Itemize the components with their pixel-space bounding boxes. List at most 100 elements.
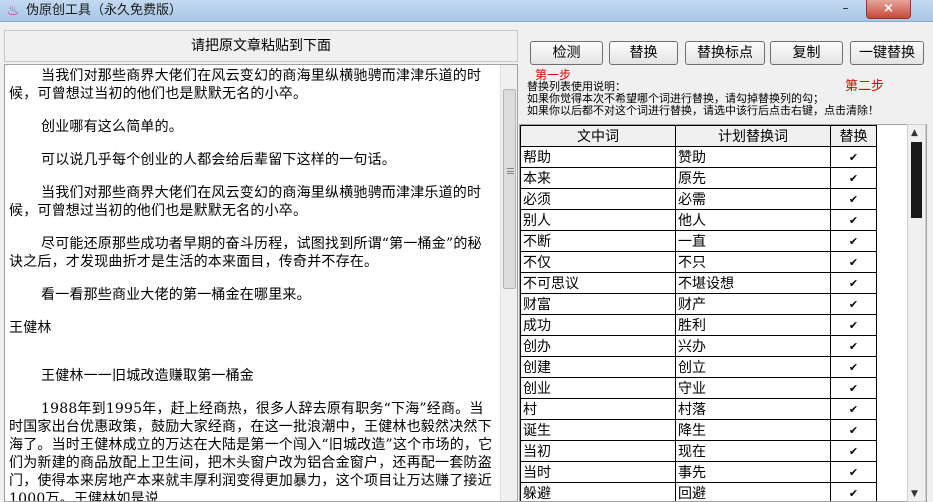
original-word-cell[interactable]: 不断: [520, 230, 676, 252]
replacement-word-cell[interactable]: 胜利: [675, 314, 831, 336]
source-text-content[interactable]: 当我们对那些商界大佬们在风云变幻的商海里纵横驰骋而津津乐道的时候，可曾想过当初的…: [9, 67, 493, 501]
table-row[interactable]: 必须 必需 ✔: [520, 188, 877, 210]
table-row[interactable]: 当时 事先 ✔: [520, 461, 877, 483]
replacement-word-cell[interactable]: 一直: [675, 230, 831, 252]
table-row[interactable]: 不仅 不只 ✔: [520, 251, 877, 273]
replace-checkbox-cell[interactable]: ✔: [830, 419, 877, 441]
original-word-cell[interactable]: 当时: [520, 461, 676, 483]
replacement-word-cell[interactable]: 赞助: [675, 146, 831, 168]
original-word-cell[interactable]: 必须: [520, 188, 676, 210]
scroll-down-icon[interactable]: ▼: [911, 489, 918, 499]
table-row[interactable]: 不可思议 不堪设想 ✔: [520, 272, 877, 294]
checkmark-icon[interactable]: ✔: [848, 446, 859, 457]
table-row[interactable]: 本来 原先 ✔: [520, 167, 877, 189]
original-word-cell[interactable]: 躲避: [520, 482, 676, 501]
checkmark-icon[interactable]: ✔: [848, 467, 859, 478]
column-header-replace[interactable]: 替换: [830, 125, 877, 147]
replacement-table[interactable]: 文中词 计划替换词 替换 帮助 赞助 ✔ 本来 原先 ✔ 必须 必需 ✔ 别人 他人 ✔ 不断 一直 ✔ 不仅…: [520, 125, 877, 501]
table-row[interactable]: 帮助 赞助 ✔: [520, 146, 877, 168]
replacement-word-cell[interactable]: 原先: [675, 167, 831, 189]
replacement-word-cell[interactable]: 创立: [675, 356, 831, 378]
grid-scrollbar[interactable]: ▲ ▼: [907, 124, 926, 502]
replace-checkbox-cell[interactable]: ✔: [830, 293, 877, 315]
replacement-word-cell[interactable]: 他人: [675, 209, 831, 231]
original-word-cell[interactable]: 财富: [520, 293, 676, 315]
checkmark-icon[interactable]: ✔: [848, 320, 859, 331]
replacement-word-cell[interactable]: 村落: [675, 398, 831, 420]
original-word-cell[interactable]: 不可思议: [520, 272, 676, 294]
column-header-word[interactable]: 文中词: [520, 125, 676, 147]
source-text-editor[interactable]: 当我们对那些商界大佬们在风云变幻的商海里纵横驰骋而津津乐道的时候，可曾想过当初的…: [4, 64, 518, 502]
checkmark-icon[interactable]: ✔: [848, 152, 859, 163]
replace-checkbox-cell[interactable]: ✔: [830, 272, 877, 294]
replace-checkbox-cell[interactable]: ✔: [830, 377, 877, 399]
editor-scrollbar[interactable]: [500, 65, 517, 501]
replace-checkbox-cell[interactable]: ✔: [830, 314, 877, 336]
checkmark-icon[interactable]: ✔: [848, 404, 859, 415]
checkmark-icon[interactable]: ✔: [848, 215, 859, 226]
replace-checkbox-cell[interactable]: ✔: [830, 251, 877, 273]
original-word-cell[interactable]: 不仅: [520, 251, 676, 273]
original-word-cell[interactable]: 本来: [520, 167, 676, 189]
table-row[interactable]: 创业 守业 ✔: [520, 377, 877, 399]
checkmark-icon[interactable]: ✔: [848, 425, 859, 436]
replace-button[interactable]: 替换: [609, 41, 678, 65]
detect-button[interactable]: 检测: [530, 41, 603, 65]
original-word-cell[interactable]: 创办: [520, 335, 676, 357]
checkmark-icon[interactable]: ✔: [848, 383, 859, 394]
table-row[interactable]: 躲避 回避 ✔: [520, 482, 877, 501]
original-word-cell[interactable]: 诞生: [520, 419, 676, 441]
replace-checkbox-cell[interactable]: ✔: [830, 461, 877, 483]
replacement-word-cell[interactable]: 必需: [675, 188, 831, 210]
table-row[interactable]: 诞生 降生 ✔: [520, 419, 877, 441]
checkmark-icon[interactable]: ✔: [848, 341, 859, 352]
replace-checkbox-cell[interactable]: ✔: [830, 440, 877, 462]
checkmark-icon[interactable]: ✔: [848, 299, 859, 310]
minimize-button[interactable]: –: [832, 0, 859, 19]
table-row[interactable]: 财富 财产 ✔: [520, 293, 877, 315]
replace-checkbox-cell[interactable]: ✔: [830, 482, 877, 501]
scroll-up-icon[interactable]: ▲: [911, 128, 918, 138]
original-word-cell[interactable]: 村: [520, 398, 676, 420]
original-word-cell[interactable]: 创业: [520, 377, 676, 399]
checkmark-icon[interactable]: ✔: [848, 257, 859, 268]
replace-checkbox-cell[interactable]: ✔: [830, 335, 877, 357]
replacement-grid[interactable]: 文中词 计划替换词 替换 帮助 赞助 ✔ 本来 原先 ✔ 必须 必需 ✔ 别人 他人 ✔ 不断 一直 ✔ 不仅…: [519, 124, 927, 502]
replacement-word-cell[interactable]: 不堪设想: [675, 272, 831, 294]
table-row[interactable]: 别人 他人 ✔: [520, 209, 877, 231]
column-header-replacement[interactable]: 计划替换词: [675, 125, 831, 147]
replacement-word-cell[interactable]: 财产: [675, 293, 831, 315]
replacement-word-cell[interactable]: 降生: [675, 419, 831, 441]
replace-checkbox-cell[interactable]: ✔: [830, 188, 877, 210]
original-word-cell[interactable]: 别人: [520, 209, 676, 231]
replace-checkbox-cell[interactable]: ✔: [830, 356, 877, 378]
original-word-cell[interactable]: 成功: [520, 314, 676, 336]
close-button[interactable]: ×: [866, 0, 911, 19]
checkmark-icon[interactable]: ✔: [848, 194, 859, 205]
copy-button[interactable]: 复制: [770, 41, 843, 65]
table-row[interactable]: 当初 现在 ✔: [520, 440, 877, 462]
replace-checkbox-cell[interactable]: ✔: [830, 167, 877, 189]
replacement-word-cell[interactable]: 回避: [675, 482, 831, 501]
table-row[interactable]: 成功 胜利 ✔: [520, 314, 877, 336]
replacement-word-cell[interactable]: 事先: [675, 461, 831, 483]
editor-scroll-thumb[interactable]: [503, 89, 516, 289]
replace-checkbox-cell[interactable]: ✔: [830, 398, 877, 420]
checkmark-icon[interactable]: ✔: [848, 362, 859, 373]
replace-punctuation-button[interactable]: 替换标点: [685, 41, 765, 65]
original-word-cell[interactable]: 帮助: [520, 146, 676, 168]
original-word-cell[interactable]: 当初: [520, 440, 676, 462]
original-word-cell[interactable]: 创建: [520, 356, 676, 378]
replacement-word-cell[interactable]: 现在: [675, 440, 831, 462]
checkmark-icon[interactable]: ✔: [848, 278, 859, 289]
table-row[interactable]: 不断 一直 ✔: [520, 230, 877, 252]
replacement-word-cell[interactable]: 守业: [675, 377, 831, 399]
checkmark-icon[interactable]: ✔: [848, 488, 859, 499]
checkmark-icon[interactable]: ✔: [848, 236, 859, 247]
table-row[interactable]: 村村落 ✔: [520, 398, 877, 420]
table-row[interactable]: 创建 创立 ✔: [520, 356, 877, 378]
replace-checkbox-cell[interactable]: ✔: [830, 209, 877, 231]
replacement-word-cell[interactable]: 不只: [675, 251, 831, 273]
replacement-word-cell[interactable]: 兴办: [675, 335, 831, 357]
table-row[interactable]: 创办 兴办 ✔: [520, 335, 877, 357]
